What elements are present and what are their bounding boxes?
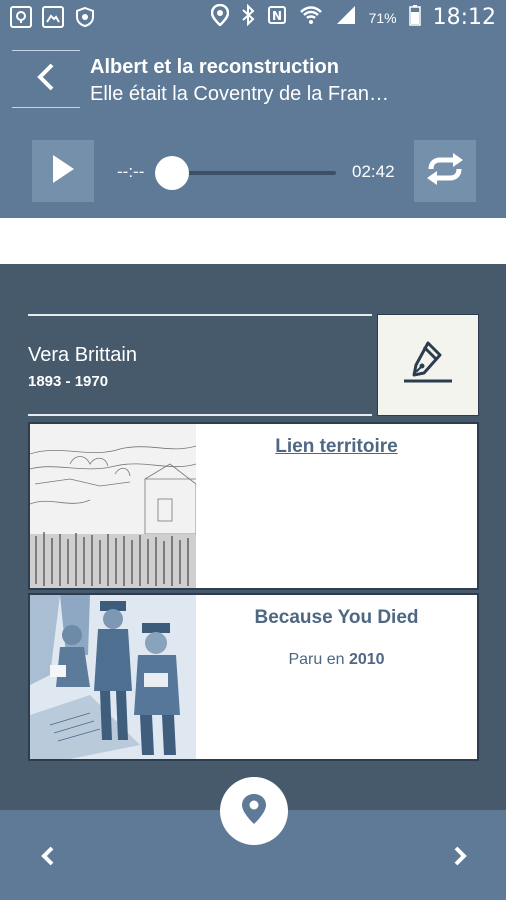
repeat-button[interactable] [414, 140, 476, 202]
svg-text:N: N [272, 9, 282, 23]
map-button[interactable] [220, 777, 288, 845]
location-icon [210, 3, 229, 31]
published-label: Paru en [288, 651, 345, 668]
wifi-icon [299, 5, 323, 30]
soldiers-illustration-image [30, 595, 196, 759]
header: Albert et la reconstruction Elle était l… [0, 36, 506, 218]
signal-icon [335, 5, 357, 30]
published-year: 2010 [348, 651, 385, 668]
author-name: Vera Brittain [28, 344, 137, 366]
page-subtitle: Elle était la Coventry de la Fran… [90, 83, 390, 105]
territory-link-card[interactable]: Lien territoire [28, 422, 479, 590]
book-title: Because You Died [254, 607, 419, 628]
landscape-sketch-image [30, 424, 196, 588]
status-bar: N 71% 18:12 [0, 0, 506, 36]
page-title: Albert et la reconstruction [90, 56, 339, 78]
chevron-right-icon [454, 846, 467, 866]
fountain-pen-icon [400, 339, 456, 392]
clock: 18:12 [432, 5, 496, 30]
location-pin-icon [241, 793, 267, 830]
play-icon [51, 154, 75, 189]
total-time: 02:42 [352, 162, 395, 181]
notification-icon [10, 6, 32, 28]
nfc-icon: N [267, 5, 287, 30]
main-content: Vera Brittain 1893 - 1970 Lien territoir… [0, 264, 506, 810]
header-spacer [0, 218, 506, 264]
author-info: Vera Brittain 1893 - 1970 [28, 314, 372, 416]
writer-button[interactable] [377, 314, 479, 416]
audio-player: --:-- 02:42 [0, 140, 506, 204]
book-published: Paru en 2010 [196, 651, 477, 669]
bluetooth-icon [241, 3, 255, 31]
author-dates: 1893 - 1970 [28, 373, 109, 390]
next-button[interactable] [448, 844, 472, 868]
battery-percent: 71% [368, 9, 397, 26]
shield-icon [74, 6, 96, 28]
repeat-icon [425, 152, 465, 190]
seek-thumb[interactable] [155, 156, 189, 190]
battery-icon [408, 4, 421, 31]
book-card[interactable]: Because You Died Paru en 2010 [28, 593, 479, 761]
previous-button[interactable] [36, 844, 60, 868]
image-icon [42, 6, 64, 28]
back-button[interactable] [12, 50, 80, 108]
elapsed-time: --:-- [117, 162, 145, 181]
chevron-left-icon [41, 846, 54, 866]
territory-link[interactable]: Lien territoire [275, 436, 397, 458]
chevron-left-icon [35, 62, 57, 97]
play-button[interactable] [32, 140, 94, 202]
